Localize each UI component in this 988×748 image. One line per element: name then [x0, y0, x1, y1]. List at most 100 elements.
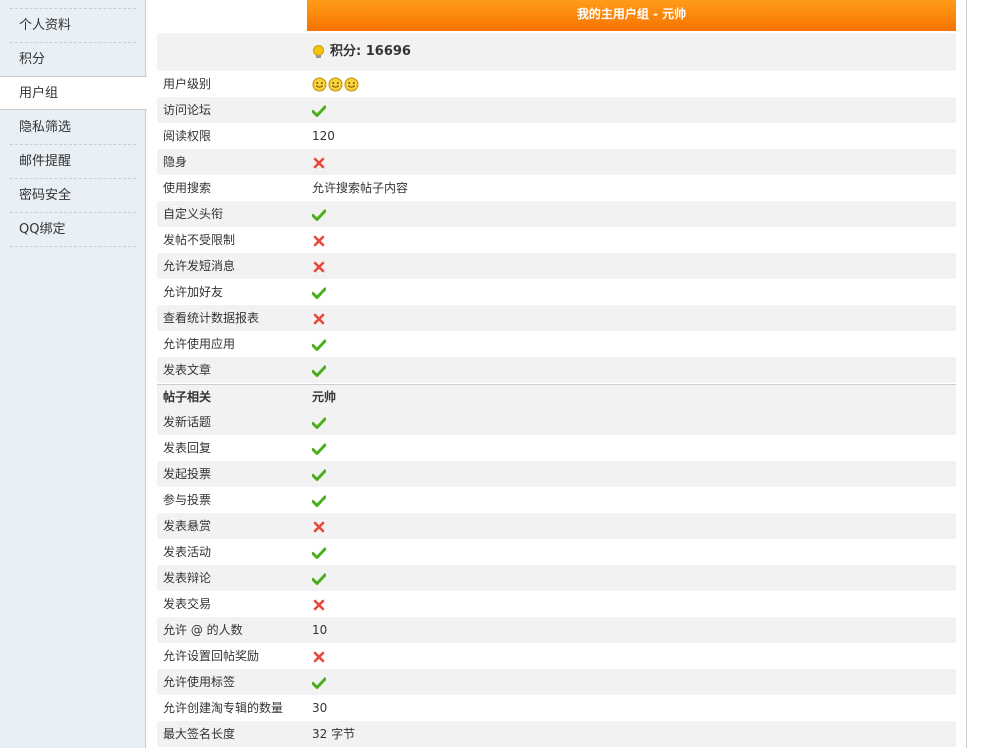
- permission-value: 32 字节: [312, 727, 356, 741]
- permission-value: [307, 565, 956, 591]
- permission-value: [307, 669, 956, 695]
- permission-label: 允许加好友: [163, 285, 224, 299]
- permission-label: 使用搜索: [163, 181, 212, 195]
- score-cell: 积分: 16696: [307, 33, 411, 71]
- permission-value: [307, 253, 956, 279]
- check-icon: [312, 573, 326, 585]
- sidebar-item-label: 积分: [10, 43, 136, 77]
- permission-label: 查看统计数据报表: [163, 311, 260, 325]
- check-icon: [312, 287, 326, 299]
- cross-icon: [313, 261, 325, 272]
- settings-sidebar: 个人资料 积分用户组隐私筛选 邮件提醒 密码安全 QQ绑定: [0, 0, 147, 748]
- permission-label: 发表交易: [163, 597, 212, 611]
- table-row: 隐身: [157, 149, 956, 175]
- cross-icon: [313, 651, 325, 662]
- permission-value: 120: [312, 129, 335, 143]
- group-header-title: 我的主用户组 - 元帅: [307, 0, 956, 31]
- group-header-row: 我的主用户组 - 元帅: [157, 0, 956, 31]
- smiley-star-icon: [344, 77, 359, 92]
- permission-value: [307, 331, 956, 357]
- table-row: 发表活动: [157, 539, 956, 565]
- permission-label: 发表悬赏: [163, 519, 212, 533]
- permission-label: 允许创建淘专辑的数量: [163, 701, 284, 715]
- table-row: 最大签名长度 32 字节: [157, 721, 956, 747]
- table-row: 查看统计数据报表: [157, 305, 956, 331]
- permission-label: 阅读权限: [163, 129, 212, 143]
- header-blank-cell: [157, 0, 307, 31]
- sidebar-item-7[interactable]: QQ绑定: [0, 213, 146, 247]
- sidebar-item-label: QQ绑定: [10, 213, 136, 247]
- cross-icon: [313, 157, 325, 168]
- table-row: 发新话题: [157, 409, 956, 435]
- lightbulb-icon: [313, 45, 324, 58]
- permission-value: [307, 487, 956, 513]
- sidebar-item-1[interactable]: 个人资料: [0, 9, 146, 43]
- permission-label: 允许 @ 的人数: [163, 623, 243, 637]
- permission-value: 30: [312, 701, 328, 715]
- permission-label: 帖子相关: [163, 390, 212, 404]
- smiley-star-icon: [312, 77, 327, 92]
- cross-icon: [313, 313, 325, 324]
- table-row: 发表文章: [157, 357, 956, 383]
- sidebar-item-5[interactable]: 邮件提醒: [0, 145, 146, 179]
- table-row: 阅读权限 120: [157, 123, 956, 149]
- check-icon: [312, 209, 326, 221]
- permission-value: [307, 357, 956, 383]
- sidebar-item-2[interactable]: 积分: [0, 43, 146, 77]
- check-icon: [312, 105, 326, 117]
- permission-value: 允许搜索帖子内容: [312, 181, 409, 195]
- table-row: 访问论坛: [157, 97, 956, 123]
- table-row: 参与投票: [157, 487, 956, 513]
- check-icon: [312, 495, 326, 507]
- permission-label: 发帖不受限制: [163, 233, 236, 247]
- permission-value: [307, 643, 956, 669]
- permission-label: 隐身: [163, 155, 188, 169]
- table-row: 发表交易: [157, 591, 956, 617]
- score-row: 积分: 16696: [157, 33, 956, 71]
- table-row: 发表悬赏: [157, 513, 956, 539]
- check-icon: [312, 547, 326, 559]
- permission-value: [307, 71, 956, 97]
- sidebar-item-label: 用户组: [19, 86, 59, 101]
- permission-label: 发新话题: [163, 415, 212, 429]
- permission-label: 参与投票: [163, 493, 212, 507]
- section-header-row: 帖子相关 元帅: [157, 384, 956, 410]
- permission-label: 发表文章: [163, 363, 212, 377]
- permission-label: 允许使用标签: [163, 675, 236, 689]
- permission-value: [307, 435, 956, 461]
- smiley-star-icon: [328, 77, 343, 92]
- permission-label: 最大签名长度: [163, 727, 236, 741]
- permission-value: [307, 279, 956, 305]
- permission-value: 元帅: [312, 390, 337, 404]
- permission-value: [307, 461, 956, 487]
- sidebar-item-6[interactable]: 密码安全: [0, 179, 146, 213]
- sidebar-item-label: 个人资料: [10, 9, 136, 43]
- table-row: 发表回复: [157, 435, 956, 461]
- permission-label: 允许发短消息: [163, 259, 236, 273]
- table-row: 允许发短消息: [157, 253, 956, 279]
- sidebar-item-3[interactable]: 用户组: [0, 76, 147, 110]
- score-text: 积分: 16696: [330, 44, 411, 59]
- permission-label: 发表辩论: [163, 571, 212, 585]
- permission-value: [307, 97, 956, 123]
- permission-value: [307, 513, 956, 539]
- table-row: 允许设置回帖奖励: [157, 643, 956, 669]
- permission-value: [307, 201, 956, 227]
- permission-value: [307, 591, 956, 617]
- permission-value: [307, 305, 956, 331]
- check-icon: [312, 365, 326, 377]
- cross-icon: [313, 599, 325, 610]
- sidebar-item-label: 隐私筛选: [10, 111, 136, 145]
- permission-label: 发表回复: [163, 441, 212, 455]
- permission-label: 允许使用应用: [163, 337, 236, 351]
- permission-value: 10: [312, 623, 328, 637]
- permission-label: 发表活动: [163, 545, 212, 559]
- sidebar-item-4[interactable]: 隐私筛选: [0, 111, 146, 145]
- check-icon: [312, 339, 326, 351]
- table-row: 允许加好友: [157, 279, 956, 305]
- permission-label: 访问论坛: [163, 103, 212, 117]
- sidebar-item-label: 密码安全: [10, 179, 136, 213]
- table-row: 允许使用应用: [157, 331, 956, 357]
- permission-value: [307, 539, 956, 565]
- table-row: 允许 @ 的人数 10: [157, 617, 956, 643]
